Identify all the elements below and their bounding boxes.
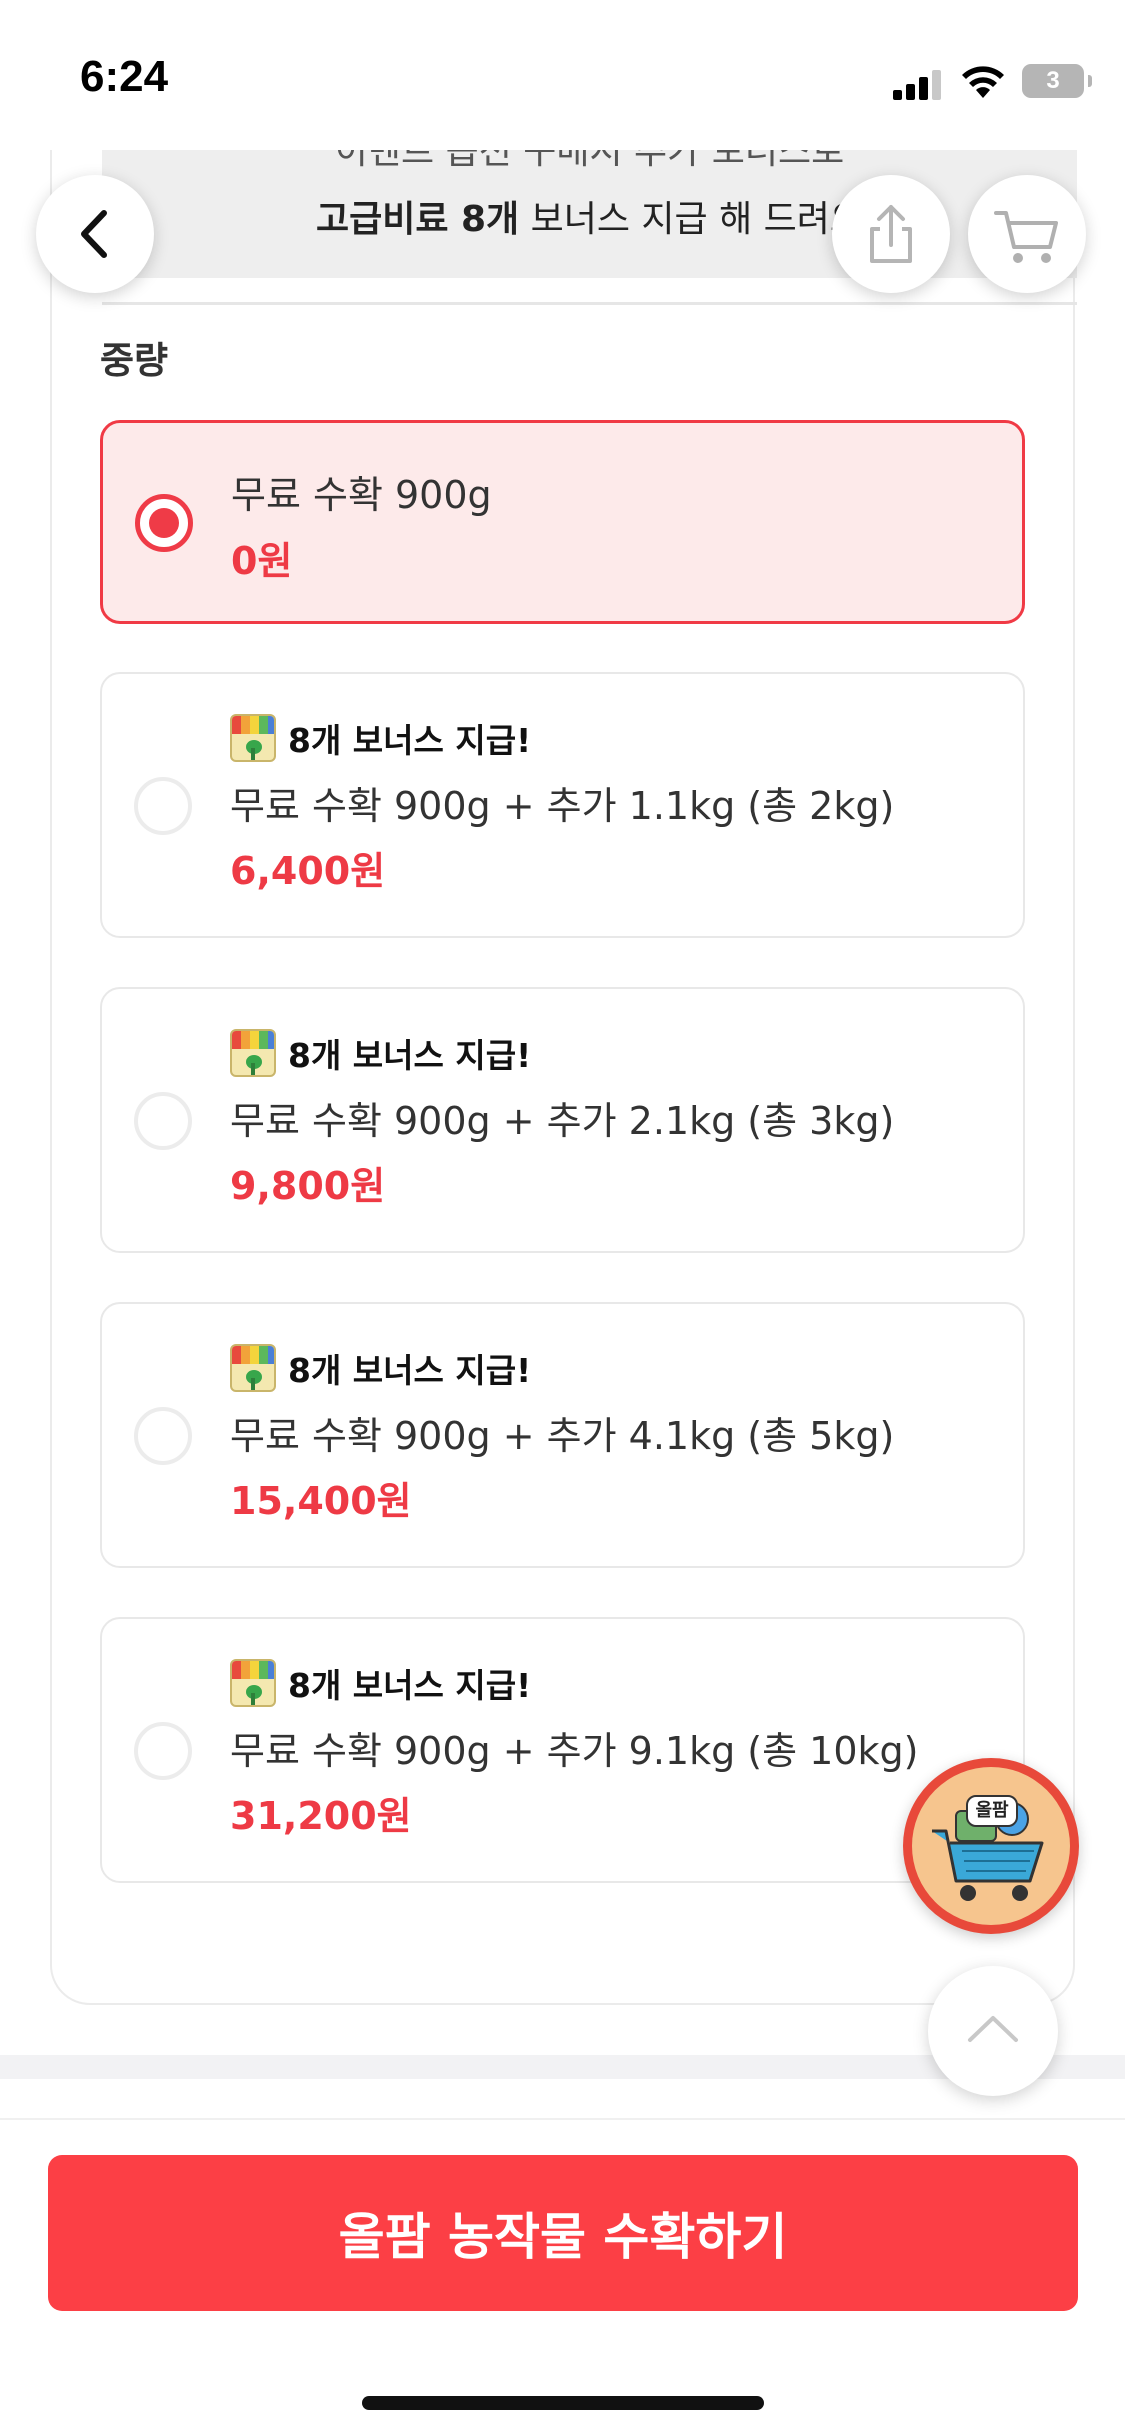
bonus-row: 8개 보너스 지급!: [230, 1027, 531, 1079]
allfarm-cart-icon: 올팜: [912, 1767, 1070, 1925]
back-button[interactable]: [36, 175, 154, 293]
radio-unselected[interactable]: [134, 1092, 192, 1150]
event-banner-line1: 이벤트 옵션 구매시 추가 보너스로: [334, 150, 845, 172]
bonus-row: 8개 보너스 지급!: [230, 712, 531, 764]
option-card[interactable]: 8개 보너스 지급! 무료 수확 900g + 추가 2.1kg (총 3kg)…: [100, 987, 1025, 1253]
option-price: 6,400원: [230, 849, 386, 893]
weight-section-label: 중량: [100, 339, 169, 382]
option-card[interactable]: 8개 보너스 지급! 무료 수확 900g + 추가 1.1kg (총 2kg)…: [100, 672, 1025, 938]
wifi-icon: [962, 66, 1004, 98]
option-description: 무료 수확 900g + 추가 1.1kg (총 2kg): [230, 784, 895, 828]
cart-icon: [994, 211, 1058, 263]
cart-button[interactable]: [968, 175, 1086, 293]
bonus-row: 8개 보너스 지급!: [230, 1342, 531, 1394]
bottom-bar-border: [0, 2118, 1125, 2120]
option-price: 31,200원: [230, 1794, 412, 1838]
scroll-top-icon: [968, 2016, 1018, 2042]
radio-unselected[interactable]: [134, 1722, 192, 1780]
fertilizer-bag-icon: [230, 1344, 276, 1392]
radio-unselected[interactable]: [134, 777, 192, 835]
status-time: 6:24: [80, 52, 169, 101]
option-card[interactable]: 무료 수확 900g 0원: [100, 420, 1025, 624]
bonus-label: 8개 보너스 지급!: [288, 1351, 532, 1390]
allfarm-floating-button[interactable]: 올팜: [903, 1758, 1079, 1934]
fertilizer-bag-icon: [230, 714, 276, 762]
option-description: 무료 수확 900g + 추가 4.1kg (총 5kg): [230, 1414, 895, 1458]
bonus-label: 8개 보너스 지급!: [288, 1666, 532, 1705]
event-banner-highlight: 고급비료 8개: [315, 199, 520, 240]
home-indicator: [362, 2396, 764, 2410]
event-banner-rest: 보너스 지급 해 드려요: [519, 199, 864, 240]
option-card[interactable]: 8개 보너스 지급! 무료 수확 900g + 추가 4.1kg (총 5kg)…: [100, 1302, 1025, 1568]
bonus-label: 8개 보너스 지급!: [288, 1036, 532, 1075]
allfarm-badge: 올팜: [966, 1795, 1018, 1827]
scroll-top-button[interactable]: [928, 1966, 1058, 2096]
radio-dot: [149, 508, 179, 538]
bonus-row: 8개 보너스 지급!: [230, 1657, 531, 1709]
option-price: 15,400원: [230, 1479, 412, 1523]
option-description: 무료 수확 900g + 추가 2.1kg (총 3kg): [230, 1099, 895, 1143]
option-price: 9,800원: [230, 1164, 386, 1208]
option-panel: 이벤트 옵션 구매시 추가 보너스로 고급비료 8개 보너스 지급 해 드려요 …: [50, 150, 1077, 2005]
divider: [102, 302, 1077, 305]
fertilizer-bag-icon: [230, 1659, 276, 1707]
signal-icon: [893, 70, 941, 100]
fertilizer-bag-icon: [230, 1029, 276, 1077]
option-description: 무료 수확 900g + 추가 9.1kg (총 10kg): [230, 1729, 919, 1773]
share-button[interactable]: [832, 175, 950, 293]
back-icon: [81, 210, 107, 258]
option-price: 0원: [231, 539, 293, 583]
option-card[interactable]: 8개 보너스 지급! 무료 수확 900g + 추가 9.1kg (총 10kg…: [100, 1617, 1025, 1883]
battery-icon: 3: [1022, 64, 1092, 98]
status-bar: 6:24 3: [0, 0, 1125, 150]
radio-selected[interactable]: [135, 494, 193, 552]
harvest-button[interactable]: 올팜 농작물 수확하기: [48, 2155, 1078, 2311]
share-icon: [870, 205, 912, 263]
radio-unselected[interactable]: [134, 1407, 192, 1465]
bonus-label: 8개 보너스 지급!: [288, 721, 532, 760]
option-description: 무료 수확 900g: [231, 473, 492, 517]
